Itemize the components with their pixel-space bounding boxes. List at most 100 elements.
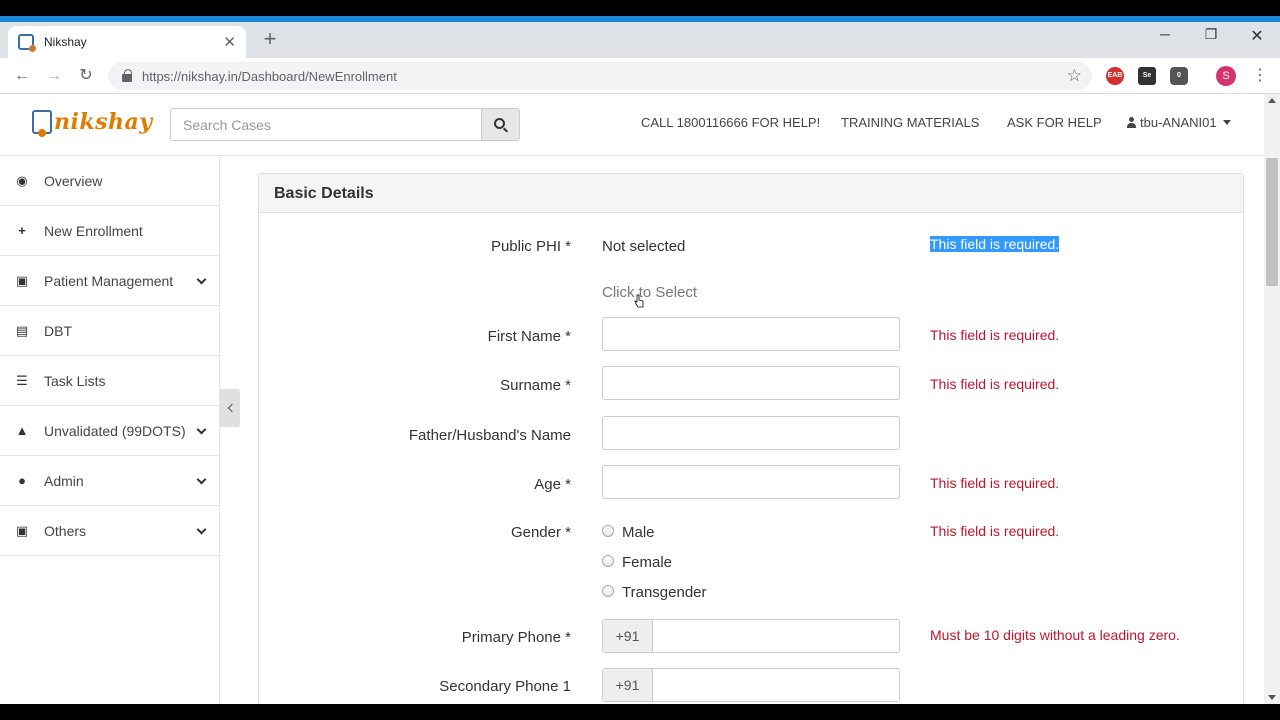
extension-badge-icon[interactable]: 0 bbox=[1170, 67, 1188, 85]
dashboard-icon: ◉ bbox=[16, 172, 28, 188]
profile-avatar[interactable]: S bbox=[1216, 66, 1236, 86]
user-name: tbu-ANANI01 bbox=[1140, 115, 1217, 130]
sidebar-item-dbt[interactable]: ▤ DBT bbox=[0, 306, 219, 356]
surname-field[interactable] bbox=[602, 366, 900, 400]
selenium-extension-icon[interactable]: Se bbox=[1138, 67, 1156, 85]
public-phi-error: This field is required. bbox=[930, 236, 1060, 252]
sidebar-item-label: Overview bbox=[44, 172, 103, 189]
hand-cursor-icon bbox=[634, 294, 644, 308]
call-help-link[interactable]: CALL 1800116666 FOR HELP! bbox=[641, 115, 820, 130]
secondary-phone-label: Secondary Phone 1 bbox=[439, 678, 571, 695]
father-husband-name-label: Father/Husband's Name bbox=[408, 427, 571, 444]
browser-tab[interactable]: Nikshay ✕ bbox=[8, 26, 246, 58]
sidebar-item-label: Admin bbox=[44, 472, 84, 489]
sidebar: ◉ Overview + New Enrollment ▣ Patient Ma… bbox=[0, 156, 220, 704]
extension-badge-count: 0 bbox=[1177, 72, 1181, 79]
nikshay-logo[interactable]: nikshay bbox=[32, 109, 153, 137]
first-name-error: This field is required. bbox=[930, 327, 1060, 343]
training-materials-link[interactable]: TRAINING MATERIALS bbox=[841, 115, 979, 130]
search-icon bbox=[494, 118, 505, 129]
chevron-down-icon bbox=[196, 274, 207, 285]
page-content: nikshay CALL 1800116666 FOR HELP! TRAINI… bbox=[0, 94, 1280, 704]
primary-phone-field[interactable]: +91 bbox=[602, 619, 900, 653]
briefcase-icon: ▣ bbox=[15, 522, 29, 538]
user-icon: ● bbox=[18, 472, 26, 488]
age-label: Age * bbox=[534, 476, 571, 493]
panel-title: Basic Details bbox=[259, 174, 1243, 213]
gender-radio-female[interactable]: Female bbox=[602, 554, 672, 571]
sidebar-item-label: Task Lists bbox=[44, 372, 106, 389]
logo-text: nikshay bbox=[54, 109, 153, 135]
forward-arrow-icon[interactable]: → bbox=[44, 66, 64, 86]
top-bezel bbox=[0, 0, 1280, 16]
radio-label: Transgender bbox=[622, 584, 707, 601]
country-code-prefix: +91 bbox=[603, 620, 653, 652]
sidebar-item-unvalidated[interactable]: ▲ Unvalidated (99DOTS) bbox=[0, 406, 219, 456]
chevron-left-icon bbox=[227, 403, 236, 413]
new-tab-button[interactable]: + bbox=[258, 28, 282, 52]
age-field[interactable] bbox=[602, 465, 900, 499]
tab-title: Nikshay bbox=[44, 35, 87, 49]
radio-button[interactable] bbox=[602, 554, 614, 567]
scroll-up-arrow-icon[interactable] bbox=[1268, 98, 1276, 103]
country-code-prefix: +91 bbox=[603, 669, 653, 701]
sidebar-item-others[interactable]: ▣ Others bbox=[0, 506, 219, 556]
sidebar-collapse-button[interactable] bbox=[220, 389, 240, 427]
gender-radio-male[interactable]: Male bbox=[602, 524, 655, 541]
chevron-down-icon bbox=[196, 424, 207, 435]
scroll-thumb[interactable] bbox=[1266, 158, 1278, 286]
page-scrollbar[interactable] bbox=[1264, 94, 1280, 704]
sidebar-item-overview[interactable]: ◉ Overview bbox=[0, 156, 219, 206]
public-phi-value: Not selected bbox=[602, 238, 686, 255]
age-error: This field is required. bbox=[930, 475, 1060, 491]
user-menu[interactable]: tbu-ANANI01 bbox=[1127, 115, 1231, 130]
close-tab-icon[interactable]: ✕ bbox=[223, 33, 236, 51]
address-bar[interactable]: https://nikshay.in/Dashboard/NewEnrollme… bbox=[108, 62, 1092, 90]
lock-icon bbox=[122, 69, 132, 82]
gender-error: This field is required. bbox=[930, 523, 1060, 539]
click-to-select-link[interactable]: Click to Select bbox=[602, 284, 697, 301]
reload-icon[interactable]: ↻ bbox=[76, 66, 96, 86]
father-husband-name-field[interactable] bbox=[602, 416, 900, 450]
restore-window-button[interactable]: ❐ bbox=[1188, 26, 1234, 43]
caret-down-icon bbox=[1222, 120, 1231, 125]
first-name-field[interactable] bbox=[602, 317, 900, 351]
browser-toolbar: ← → ↻ https://nikshay.in/Dashboard/NewEn… bbox=[0, 58, 1280, 94]
ask-for-help-link[interactable]: ASK FOR HELP bbox=[1007, 115, 1102, 130]
bookmark-star-icon[interactable]: ☆ bbox=[1067, 66, 1082, 86]
primary-phone-error: Must be 10 digits without a leading zero… bbox=[930, 627, 1180, 643]
secondary-phone-field[interactable]: +91 bbox=[602, 668, 900, 702]
plus-icon: + bbox=[18, 222, 26, 238]
sidebar-item-task-lists[interactable]: ☰ Task Lists bbox=[0, 356, 219, 406]
search-button[interactable] bbox=[481, 108, 520, 141]
url-text: https://nikshay.in/Dashboard/NewEnrollme… bbox=[142, 68, 397, 84]
sidebar-item-new-enrollment[interactable]: + New Enrollment bbox=[0, 206, 219, 256]
surname-label: Surname * bbox=[500, 377, 571, 394]
user-icon bbox=[1127, 117, 1136, 128]
list-icon: ☰ bbox=[16, 372, 28, 388]
site-header: nikshay CALL 1800116666 FOR HELP! TRAINI… bbox=[0, 94, 1264, 156]
primary-phone-label: Primary Phone * bbox=[461, 629, 571, 646]
scroll-down-arrow-icon[interactable] bbox=[1268, 695, 1276, 700]
radio-label: Male bbox=[622, 524, 655, 541]
sidebar-item-admin[interactable]: ● Admin bbox=[0, 456, 219, 506]
gender-label: Gender * bbox=[510, 524, 571, 541]
sidebar-item-label: DBT bbox=[44, 322, 72, 339]
sidebar-item-patient-management[interactable]: ▣ Patient Management bbox=[0, 256, 219, 306]
search-cases-input[interactable] bbox=[170, 108, 482, 141]
sidebar-item-label: Others bbox=[44, 522, 87, 539]
warning-icon: ▲ bbox=[15, 422, 29, 438]
gender-radio-transgender[interactable]: Transgender bbox=[602, 584, 707, 601]
bottom-bezel bbox=[0, 704, 1280, 720]
radio-button[interactable] bbox=[602, 584, 614, 597]
browser-menu-icon[interactable]: ⋮ bbox=[1252, 65, 1268, 85]
radio-button[interactable] bbox=[602, 524, 614, 537]
sidebar-item-label: Patient Management bbox=[44, 272, 174, 289]
minimize-window-button[interactable]: ─ bbox=[1142, 26, 1188, 42]
chevron-down-icon bbox=[196, 474, 207, 485]
close-window-button[interactable]: ✕ bbox=[1234, 26, 1280, 46]
sidebar-item-label: New Enrollment bbox=[44, 222, 143, 239]
adblock-extension-icon[interactable]: EAB bbox=[1106, 67, 1124, 85]
public-phi-error-text: This field is required. bbox=[930, 236, 1060, 252]
back-arrow-icon[interactable]: ← bbox=[12, 66, 32, 86]
